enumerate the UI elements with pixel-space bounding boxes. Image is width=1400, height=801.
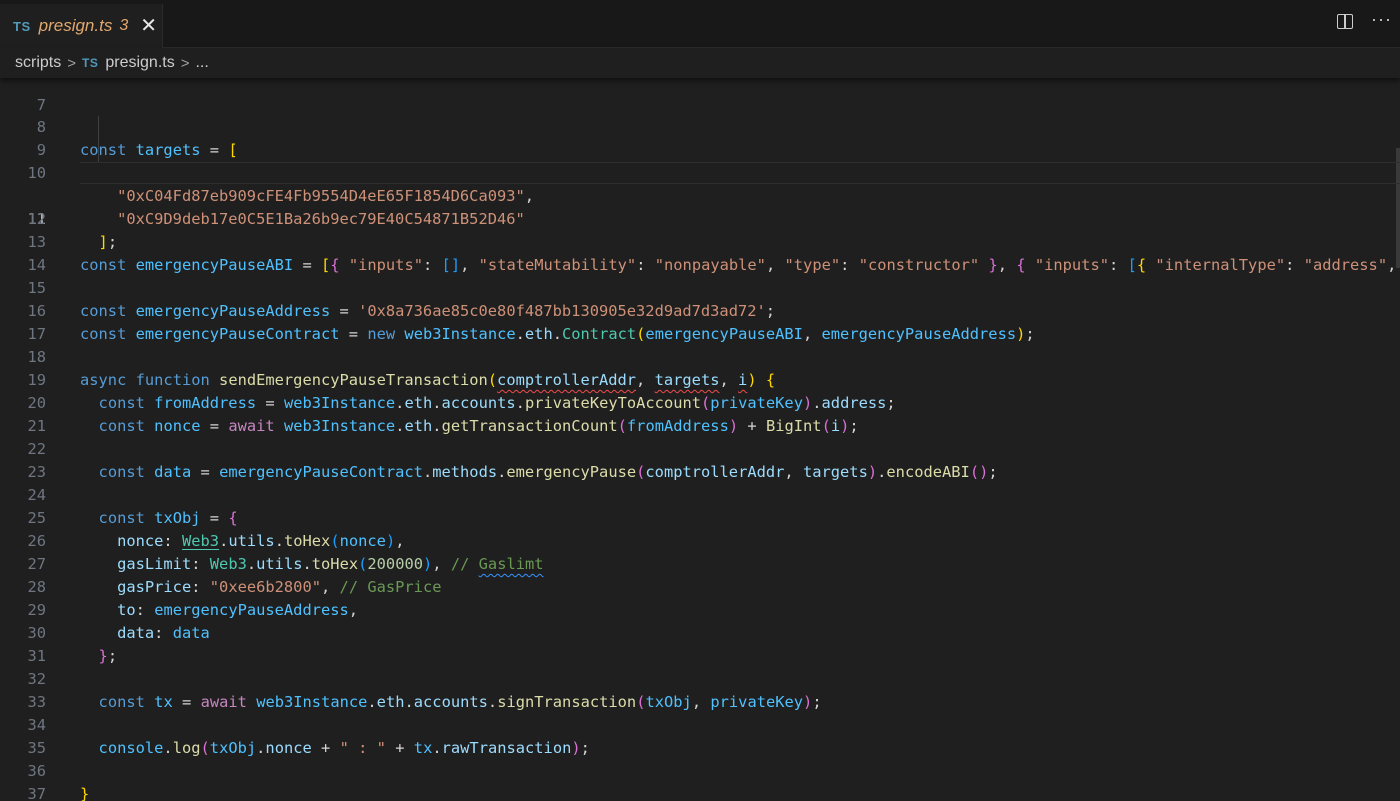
code-line: 15 const emergencyPauseAddress = '0x8a73…: [0, 254, 1400, 320]
code-line: 8 const targets = [: [0, 93, 1400, 159]
code-line: 22 const data = emergencyPauseContract.m…: [0, 415, 1400, 481]
code-line: 24 const txObj = {: [0, 461, 1400, 527]
typescript-file-icon: TS: [13, 18, 31, 34]
code-line: 12: [0, 185, 1400, 228]
code-line: 38: [0, 783, 1400, 801]
split-editor-icon[interactable]: [1337, 14, 1354, 29]
close-icon[interactable]: ✕: [140, 16, 157, 36]
editor-actions: ···: [1337, 10, 1392, 29]
code-line: 11 ];: [0, 162, 1400, 251]
code-line: 21: [0, 392, 1400, 435]
breadcrumb-symbols[interactable]: ...: [195, 54, 208, 72]
more-actions-icon[interactable]: ···: [1371, 10, 1392, 28]
chevron-right-icon: >: [67, 54, 76, 72]
code-line: 34 console.log(txObj.nonce + " : " + tx.…: [0, 691, 1400, 757]
current-line-highlight: [80, 162, 1400, 184]
code-line: 27 gasPrice: "0xee6b2800", // GasPrice: [0, 530, 1400, 596]
code-editor[interactable]: 7 8 const targets = [ 9 "0xC04Fd87eb909c…: [0, 78, 1400, 801]
code-line: 26 gasLimit: Web3.utils.toHex(200000), /…: [0, 507, 1400, 573]
code-line: 32 const tx = await web3Instance.eth.acc…: [0, 645, 1400, 711]
typescript-file-icon: TS: [82, 56, 99, 70]
code-line: 33: [0, 668, 1400, 711]
chevron-right-icon: >: [180, 54, 190, 72]
code-line: 23: [0, 438, 1400, 481]
code-line: 7: [0, 78, 1400, 114]
code-line: 17: [0, 300, 1400, 343]
code-line: 28 to: emergencyPauseAddress,: [0, 553, 1400, 619]
indent-guide: [98, 139, 99, 162]
code-line: 13 const emergencyPauseABI = [{ "inputs"…: [0, 208, 1400, 274]
code-line: 19 const fromAddress = web3Instance.eth.…: [0, 346, 1400, 412]
editor-tab-bar: TS presign.ts 3 ✕ ···: [0, 0, 1400, 48]
breadcrumb-folder[interactable]: scripts: [15, 54, 61, 72]
code-line: 18 async function sendEmergencyPauseTran…: [0, 323, 1400, 389]
code-line: 9 "0xC04Fd87eb909cFE4Fb9554D4eE65F1854D6…: [0, 116, 1400, 205]
code-line: 25 nonce: Web3.utils.toHex(nonce),: [0, 484, 1400, 550]
code-line: 20 const nonce = await web3Instance.eth.…: [0, 369, 1400, 435]
tab-filename: presign.ts: [38, 16, 113, 35]
code-line: 31: [0, 622, 1400, 665]
code-line: 30 };: [0, 599, 1400, 665]
code-line: 10 "0xC9D9deb17e0C5E1Ba26b9ec79E40C54871…: [0, 139, 1400, 228]
indent-guide: [98, 116, 99, 139]
breadcrumb-file[interactable]: presign.ts: [105, 54, 174, 72]
code-line: 14: [0, 231, 1400, 274]
tab-presign-ts[interactable]: TS presign.ts 3 ✕: [0, 4, 163, 48]
breadcrumb: scripts > TS presign.ts > ...: [0, 48, 1400, 78]
code-line: 36 }: [0, 737, 1400, 801]
code-line: 37: [0, 760, 1400, 801]
code-line: 29 data: data: [0, 576, 1400, 642]
problem-count-badge: 3: [119, 17, 129, 34]
code-line: 16 const emergencyPauseContract = new we…: [0, 277, 1400, 343]
code-line: 35: [0, 714, 1400, 757]
